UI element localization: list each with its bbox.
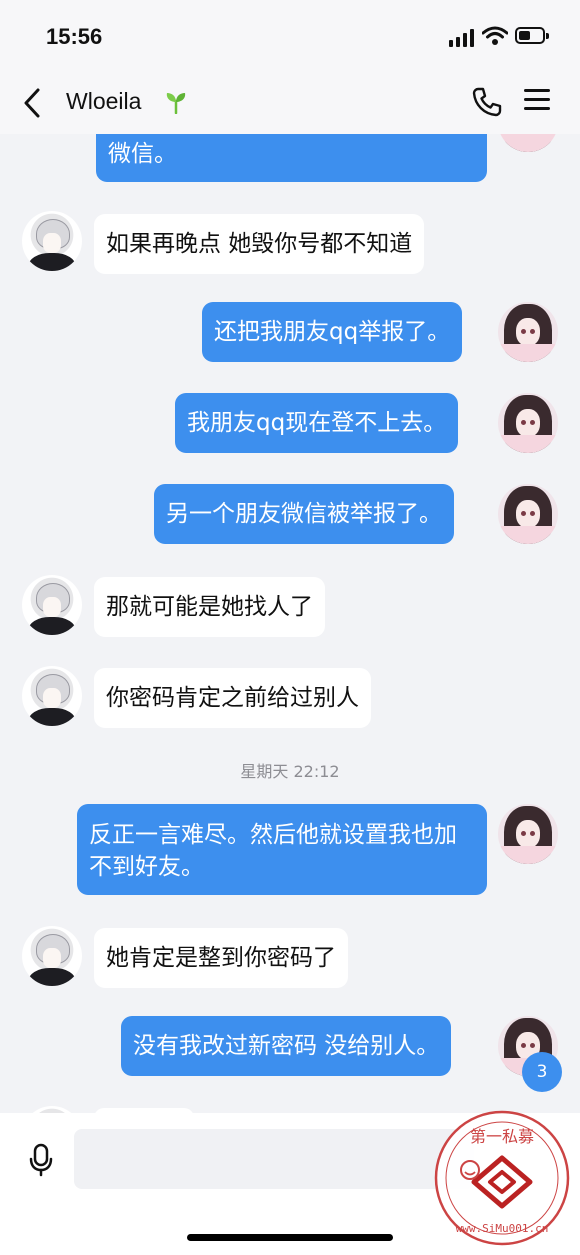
status-bar: 15:56 [0, 0, 580, 70]
my-avatar[interactable] [498, 484, 558, 544]
watermark-logo: 第一私募 www.SiMu001.cn [434, 1110, 570, 1246]
chat-area[interactable]: 微信。 如果再晚点 她毁你号都不知道 还把我朋友qq举报了。 我朋友qq现在登不… [0, 0, 580, 1255]
message-bubble-outgoing[interactable]: 另一个朋友微信被举报了。 [154, 484, 454, 544]
contact-avatar[interactable] [22, 926, 82, 986]
message-bubble-incoming[interactable]: 你密码肯定之前给过别人 [94, 668, 371, 728]
contact-name[interactable]: Wloeila [66, 88, 141, 115]
message-input[interactable] [74, 1129, 474, 1189]
message-bubble-incoming[interactable]: 如果再晚点 她毁你号都不知道 [94, 214, 425, 274]
message-bubble-outgoing[interactable]: 我朋友qq现在登不上去。 [175, 393, 459, 453]
watermark-text-top: 第一私募 [470, 1127, 534, 1146]
message-bubble-incoming[interactable]: 那就可能是她找人了 [94, 577, 325, 637]
contact-avatar[interactable] [22, 666, 82, 726]
contact-avatar[interactable] [22, 575, 82, 635]
message-bubble-outgoing[interactable]: 还把我朋友qq举报了。 [202, 302, 463, 362]
my-avatar[interactable] [498, 393, 558, 453]
chat-timestamp: 星期天 22:12 [240, 762, 340, 781]
contact-avatar[interactable] [22, 211, 82, 271]
status-time: 15:56 [46, 24, 103, 49]
back-arrow-icon[interactable] [18, 86, 48, 120]
cellular-signal-icon [449, 29, 475, 47]
unread-count-badge[interactable]: 3 [522, 1052, 562, 1092]
battery-icon [515, 27, 549, 44]
chat-header: Wloeila [0, 70, 580, 134]
phone-call-icon[interactable] [471, 86, 503, 118]
message-bubble-incoming[interactable]: 她肯定是整到你密码了 [94, 928, 348, 988]
sprout-icon [166, 93, 186, 114]
wifi-icon [482, 26, 508, 45]
microphone-icon[interactable] [29, 1143, 53, 1177]
watermark-text-url: www.SiMu001.cn [456, 1222, 549, 1235]
menu-icon[interactable] [524, 89, 550, 111]
home-indicator[interactable] [187, 1234, 393, 1241]
my-avatar[interactable] [498, 804, 558, 864]
message-bubble-outgoing[interactable]: 反正一言难尽。然后他就设置我也加不到好友。 [77, 804, 487, 895]
my-avatar[interactable] [498, 302, 558, 362]
message-bubble-outgoing[interactable]: 没有我改过新密码 没给别人。 [121, 1016, 452, 1076]
